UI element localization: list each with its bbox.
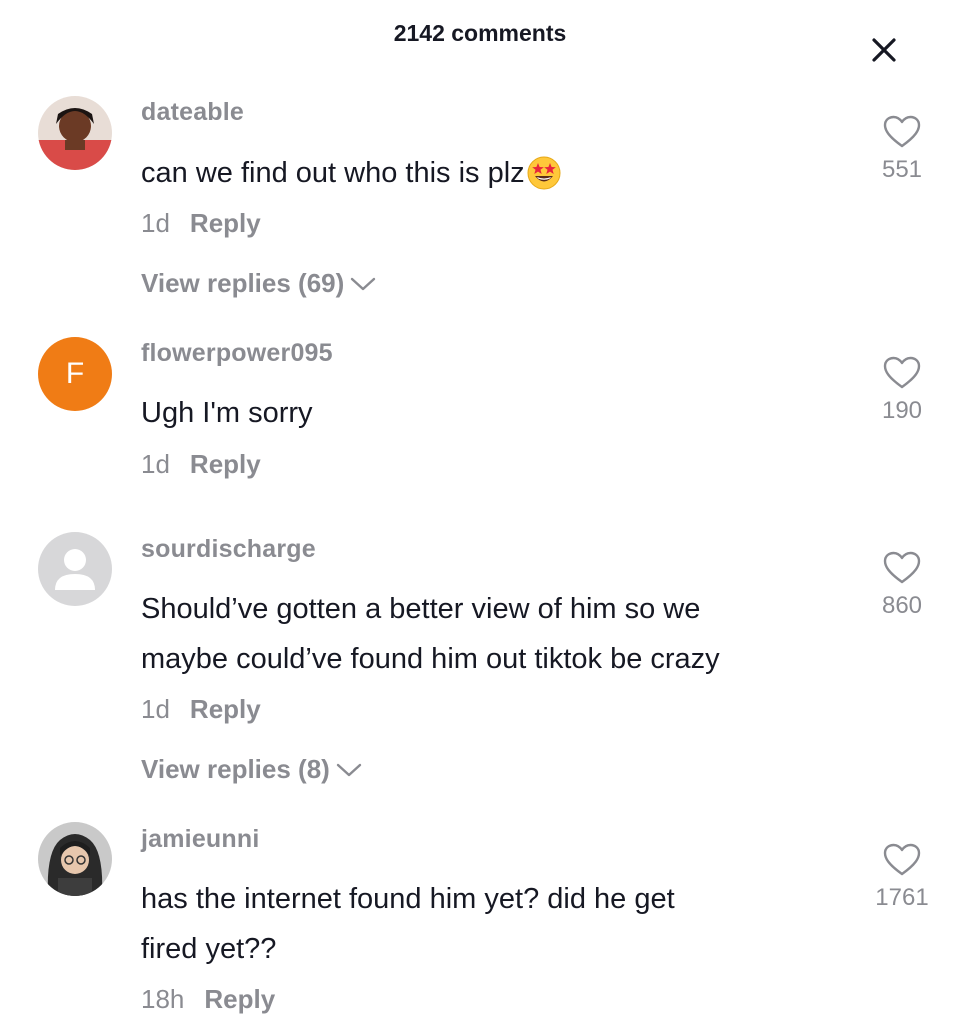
- heart-outline-icon[interactable]: [882, 842, 922, 878]
- view-replies-button[interactable]: View replies (69): [141, 268, 376, 299]
- reply-button[interactable]: Reply: [190, 208, 261, 238]
- reply-button[interactable]: Reply: [190, 449, 261, 479]
- comment-username[interactable]: jamieunni: [141, 825, 260, 854]
- comment-text-line: fired yet??: [141, 933, 277, 965]
- comment-meta: 1d Reply: [141, 208, 261, 239]
- like-group: 190: [850, 355, 954, 425]
- view-replies-label: View replies (69): [141, 268, 345, 298]
- comments-count-title: 2142 comments: [393, 20, 567, 46]
- avatar[interactable]: [38, 532, 112, 606]
- view-replies-label: View replies (8): [141, 754, 330, 784]
- like-count: 551: [881, 156, 923, 183]
- comment-meta: 1d Reply: [141, 694, 261, 725]
- comment-username[interactable]: flowerpower095: [141, 339, 333, 368]
- like-group: 860: [850, 550, 954, 620]
- user-photo-avatar: [38, 822, 112, 896]
- like-group: 551: [850, 114, 954, 184]
- default-user-avatar-icon: [38, 532, 112, 606]
- star-struck-emoji-icon: [527, 156, 561, 206]
- heart-outline-icon[interactable]: [882, 114, 922, 150]
- avatar[interactable]: [38, 822, 112, 896]
- heart-outline-icon[interactable]: [882, 355, 922, 391]
- close-icon: [872, 38, 896, 62]
- comment-meta: 18h Reply: [141, 984, 275, 1015]
- comment-text-line: maybe could’ve found him out tiktok be c…: [141, 643, 720, 675]
- comment-text: Ugh I'm sorry: [141, 397, 313, 429]
- reply-button[interactable]: Reply: [190, 694, 261, 724]
- comment-text-line: has the internet found him yet? did he g…: [141, 883, 675, 915]
- close-button[interactable]: [864, 30, 904, 70]
- like-count: 190: [881, 397, 923, 424]
- comment-time: 1d: [141, 449, 170, 479]
- comment-text: can we find out who this is plz: [141, 148, 841, 206]
- like-group: 1761: [850, 842, 954, 912]
- comment-time: 1d: [141, 694, 170, 724]
- comment-text-line: Should’ve gotten a better view of him so…: [141, 593, 701, 625]
- comment-username[interactable]: dateable: [141, 98, 244, 127]
- reply-button[interactable]: Reply: [204, 984, 275, 1014]
- comment-text: Should’ve gotten a better view of him so…: [141, 584, 841, 684]
- chevron-down-icon: [351, 277, 376, 290]
- like-count: 860: [881, 592, 923, 619]
- comment-time: 18h: [141, 984, 185, 1014]
- like-count: 1761: [875, 884, 929, 911]
- comment-text: has the internet found him yet? did he g…: [141, 874, 841, 974]
- comment-text-body: can we find out who this is plz: [141, 157, 525, 189]
- comment-time: 1d: [141, 208, 170, 238]
- avatar-letter: F: [65, 357, 85, 390]
- avatar[interactable]: F: [38, 337, 112, 411]
- comment-username[interactable]: sourdischarge: [141, 535, 316, 564]
- heart-outline-icon[interactable]: [882, 550, 922, 586]
- avatar[interactable]: [38, 96, 112, 170]
- chevron-down-icon: [336, 763, 362, 776]
- view-replies-button[interactable]: View replies (8): [141, 754, 362, 785]
- comment-meta: 1d Reply: [141, 449, 261, 480]
- user-photo-avatar: [38, 96, 112, 170]
